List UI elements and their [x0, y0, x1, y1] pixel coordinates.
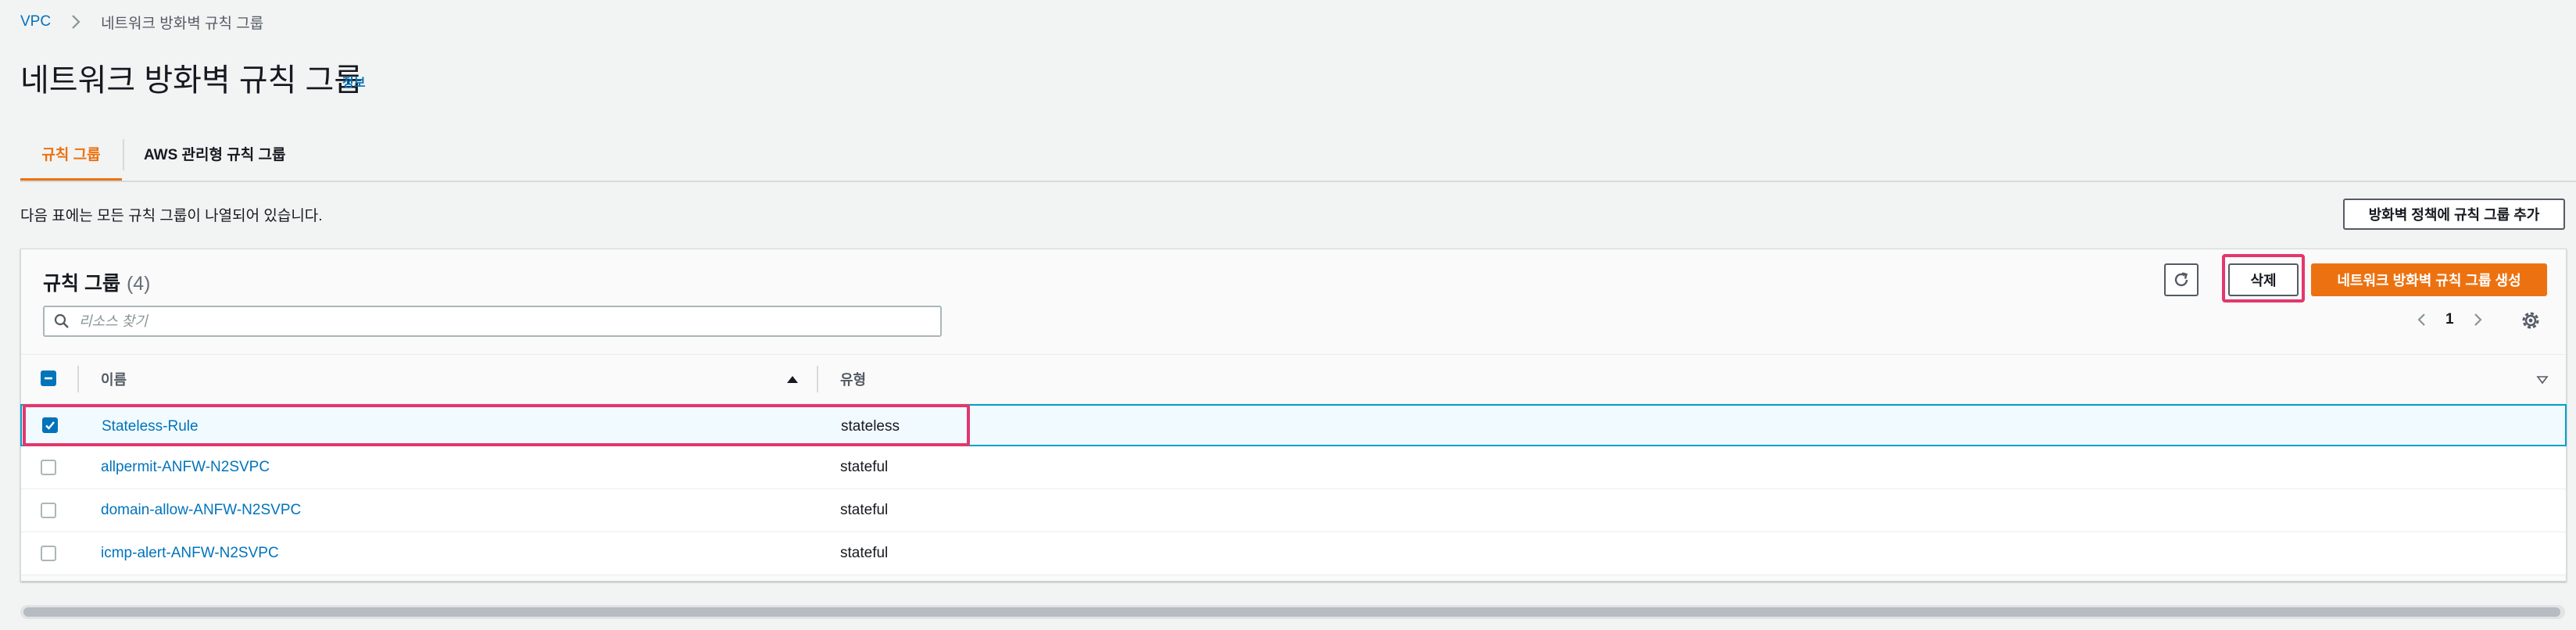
rule-group-count: (4) [126, 273, 151, 295]
row-checkbox[interactable] [41, 546, 56, 561]
refresh-icon [2174, 272, 2188, 287]
table-row[interactable]: domain-allow-ANFW-N2SVPC stateful [21, 489, 2566, 532]
table-description: 다음 표에는 모든 규칙 그룹이 나열되어 있습니다. [20, 208, 323, 224]
tabs-underline [20, 181, 2576, 182]
breadcrumb-vpc-link[interactable]: VPC [20, 13, 51, 30]
add-to-firewall-policy-button[interactable]: 방화벽 정책에 규칙 그룹 추가 [2343, 199, 2565, 230]
rule-groups-panel: 규칙 그룹 (4) 삭제 네트워크 방화벽 규칙 그룹 생성 1 [20, 249, 2567, 582]
rule-group-name-link[interactable]: domain-allow-ANFW-N2SVPC [101, 489, 301, 532]
scrollbar-thumb[interactable] [23, 607, 2560, 617]
table-row[interactable]: allpermit-ANFW-N2SVPC stateful [21, 446, 2566, 489]
search-box [43, 306, 942, 337]
rule-group-name-link[interactable]: icmp-alert-ANFW-N2SVPC [101, 532, 279, 575]
row-checkbox[interactable] [41, 503, 56, 518]
chevron-right-icon[interactable] [2468, 310, 2487, 329]
row-checkbox[interactable] [41, 460, 56, 475]
page-title: 네트워크 방화벽 규칙 그룹 [20, 63, 363, 98]
create-rule-group-button[interactable]: 네트워크 방화벽 규칙 그룹 생성 [2311, 263, 2547, 296]
pagination: 1 [2413, 304, 2487, 335]
search-input[interactable] [77, 312, 925, 331]
panel-title-text: 규칙 그룹 [43, 273, 120, 295]
column-separator [77, 366, 79, 392]
current-page-number[interactable]: 1 [2445, 311, 2454, 328]
tab-aws-managed-rule-groups[interactable]: AWS 관리형 규칙 그룹 [144, 125, 285, 181]
selected-row-highlight [23, 404, 970, 446]
refresh-button[interactable] [2164, 263, 2199, 296]
table-row[interactable]: icmp-alert-ANFW-N2SVPC stateful [21, 532, 2566, 575]
rule-group-type: stateful [840, 502, 889, 518]
sort-down-icon[interactable] [2536, 374, 2549, 386]
panel-header: 규칙 그룹 (4) 삭제 네트워크 방화벽 규칙 그룹 생성 1 [21, 249, 2566, 354]
tab-divider [123, 139, 124, 170]
delete-button[interactable]: 삭제 [2228, 263, 2299, 296]
panel-title: 규칙 그룹 (4) [43, 268, 151, 296]
column-header-type[interactable]: 유형 [840, 355, 866, 403]
indeterminate-icon [45, 377, 52, 380]
column-separator [817, 366, 818, 392]
sort-up-icon[interactable] [785, 372, 800, 386]
table-header: 이름 유형 [21, 354, 2566, 404]
tab-bar: 규칙 그룹 AWS 관리형 규칙 그룹 [20, 125, 2576, 182]
chevron-right-icon [72, 15, 80, 29]
rule-group-type: stateful [840, 545, 889, 561]
breadcrumb: VPC 네트워크 방화벽 규칙 그룹 [20, 11, 263, 33]
search-icon [54, 313, 69, 328]
chevron-left-icon[interactable] [2413, 310, 2431, 329]
settings-gear-icon[interactable] [2519, 309, 2542, 332]
column-header-name[interactable]: 이름 [101, 355, 127, 403]
horizontal-scrollbar[interactable] [20, 605, 2565, 619]
breadcrumb-current: 네트워크 방화벽 규칙 그룹 [101, 15, 264, 32]
rule-group-name-link[interactable]: allpermit-ANFW-N2SVPC [101, 446, 270, 489]
rule-group-type: stateful [840, 459, 889, 475]
select-all-checkbox[interactable] [41, 370, 56, 386]
tab-rule-groups[interactable]: 규칙 그룹 [20, 125, 122, 181]
info-link[interactable]: 정보 [342, 72, 365, 91]
